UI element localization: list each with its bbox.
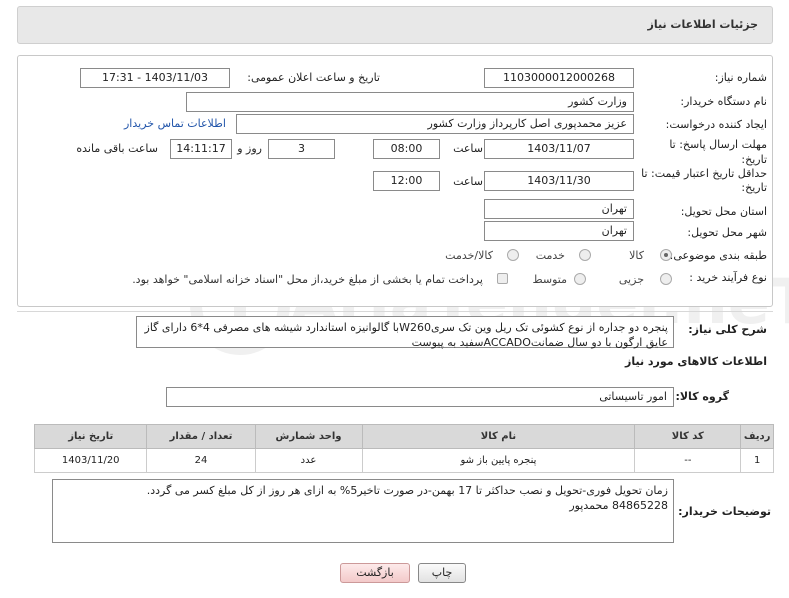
process-radio-minor[interactable] xyxy=(660,273,672,285)
city-field[interactable]: تهران xyxy=(484,221,634,241)
payment-note: پرداخت تمام یا بخشی از مبلغ خرید،از محل … xyxy=(132,273,483,286)
cell-unit: عدد xyxy=(254,448,363,473)
cell-qty: 24 xyxy=(146,448,256,473)
col-code: کد کالا xyxy=(634,424,742,449)
buyer-org-label: نام دستگاه خریدار: xyxy=(680,95,767,108)
table-row[interactable]: 1 -- پنجره پایین باز شو عدد 24 1403/11/2… xyxy=(33,448,774,473)
days-field[interactable]: 3 xyxy=(268,139,335,159)
page-header: جزئیات اطلاعات نیاز xyxy=(17,6,773,44)
province-field[interactable]: تهران xyxy=(484,199,634,219)
buyer-notes-line-1: زمان تحویل فوری-تحویل و نصب حداکثر تا 17… xyxy=(146,484,668,497)
goods-group-label: گروه کالا: xyxy=(675,390,729,403)
deadline-label-date: تاریخ: xyxy=(741,153,767,166)
category-radio-goods-service[interactable] xyxy=(507,249,519,261)
validity-label: حداقل تاریخ اعتبار قیمت: تا xyxy=(641,167,767,180)
days-label: روز و xyxy=(237,142,262,155)
validity-date-field[interactable]: 1403/11/30 xyxy=(484,171,634,191)
back-button[interactable]: بازگشت xyxy=(340,563,410,583)
city-label: شهر محل تحویل: xyxy=(687,226,767,239)
deadline-label: مهلت ارسال پاسخ: تا xyxy=(669,138,767,151)
category-radio-goods[interactable] xyxy=(660,249,672,261)
col-unit: واحد شمارش xyxy=(254,424,363,449)
remaining-label: ساعت باقی مانده xyxy=(76,142,158,155)
col-qty: تعداد / مقدار xyxy=(146,424,256,449)
buyer-contact-link[interactable]: اطلاعات تماس خریدار xyxy=(124,117,226,130)
need-number-field[interactable]: 1103000012000268 xyxy=(484,68,634,88)
province-label: استان محل تحویل: xyxy=(680,205,767,218)
cell-code: -- xyxy=(634,448,742,473)
col-date: تاریخ نیاز xyxy=(33,424,148,449)
description-textarea[interactable]: پنجره دو جداره از نوع کشوئی تک ریل وین ت… xyxy=(136,316,674,349)
category-label: طبقه بندی موضوعی: xyxy=(669,249,767,262)
cell-name: پنجره پایین باز شو xyxy=(361,448,636,473)
creator-field[interactable]: عزیز محمدپوری اصل کارپرداز وزارت کشور xyxy=(236,114,634,134)
page-title: جزئیات اطلاعات نیاز xyxy=(647,18,759,31)
process-option-medium: متوسط xyxy=(532,273,567,286)
category-option-goods: کالا xyxy=(629,249,644,262)
goods-section-title: اطلاعات کالاهای مورد نیاز xyxy=(625,355,767,368)
category-option-service: خدمت xyxy=(535,249,565,262)
deadline-date-field[interactable]: 1403/11/07 xyxy=(484,139,634,159)
validity-time-field[interactable]: 12:00 xyxy=(373,171,440,191)
deadline-time-field[interactable]: 08:00 xyxy=(373,139,440,159)
category-radio-service[interactable] xyxy=(579,249,591,261)
cell-date: 1403/11/20 xyxy=(33,448,148,473)
deadline-time-label: ساعت xyxy=(453,142,483,155)
print-button[interactable]: چاپ xyxy=(418,563,466,583)
col-name: نام کالا xyxy=(361,424,636,449)
process-radio-medium[interactable] xyxy=(574,273,586,285)
validity-time-label: ساعت xyxy=(453,175,483,188)
validity-label-date: تاریخ: xyxy=(741,181,767,194)
process-option-minor: جزیی xyxy=(618,273,644,286)
buyer-notes-textarea[interactable]: زمان تحویل فوری-تحویل و نصب حداکثر تا 17… xyxy=(52,479,674,543)
announce-field[interactable]: 1403/11/03 - 17:31 xyxy=(80,68,230,88)
col-row: ردیف xyxy=(740,424,774,449)
buyer-notes-label: توضیحات خریدار: xyxy=(678,505,771,518)
description-label: شرح کلی نیاز: xyxy=(688,323,767,336)
buyer-notes-line-2: 84865228 محمدپور xyxy=(569,499,668,512)
category-option-goods-service: کالا/خدمت xyxy=(445,249,493,262)
goods-group-field[interactable]: امور تاسیساتی xyxy=(166,387,674,407)
creator-label: ایجاد کننده درخواست: xyxy=(665,118,767,131)
need-number-label: شماره نیاز: xyxy=(714,71,767,84)
remaining-time-field[interactable]: 14:11:17 xyxy=(170,139,232,159)
divider xyxy=(17,311,773,312)
process-label: نوع فرآیند خرید : xyxy=(689,271,767,284)
table-header-row: ردیف کد کالا نام کالا واحد شمارش تعداد /… xyxy=(33,424,774,449)
payment-treasury-checkbox[interactable] xyxy=(497,273,508,284)
items-table: ردیف کد کالا نام کالا واحد شمارش تعداد /… xyxy=(33,424,774,473)
announce-label: تاریخ و ساعت اعلان عمومی: xyxy=(247,71,380,84)
buyer-org-field[interactable]: وزارت کشور xyxy=(186,92,634,112)
cell-row: 1 xyxy=(740,448,774,473)
